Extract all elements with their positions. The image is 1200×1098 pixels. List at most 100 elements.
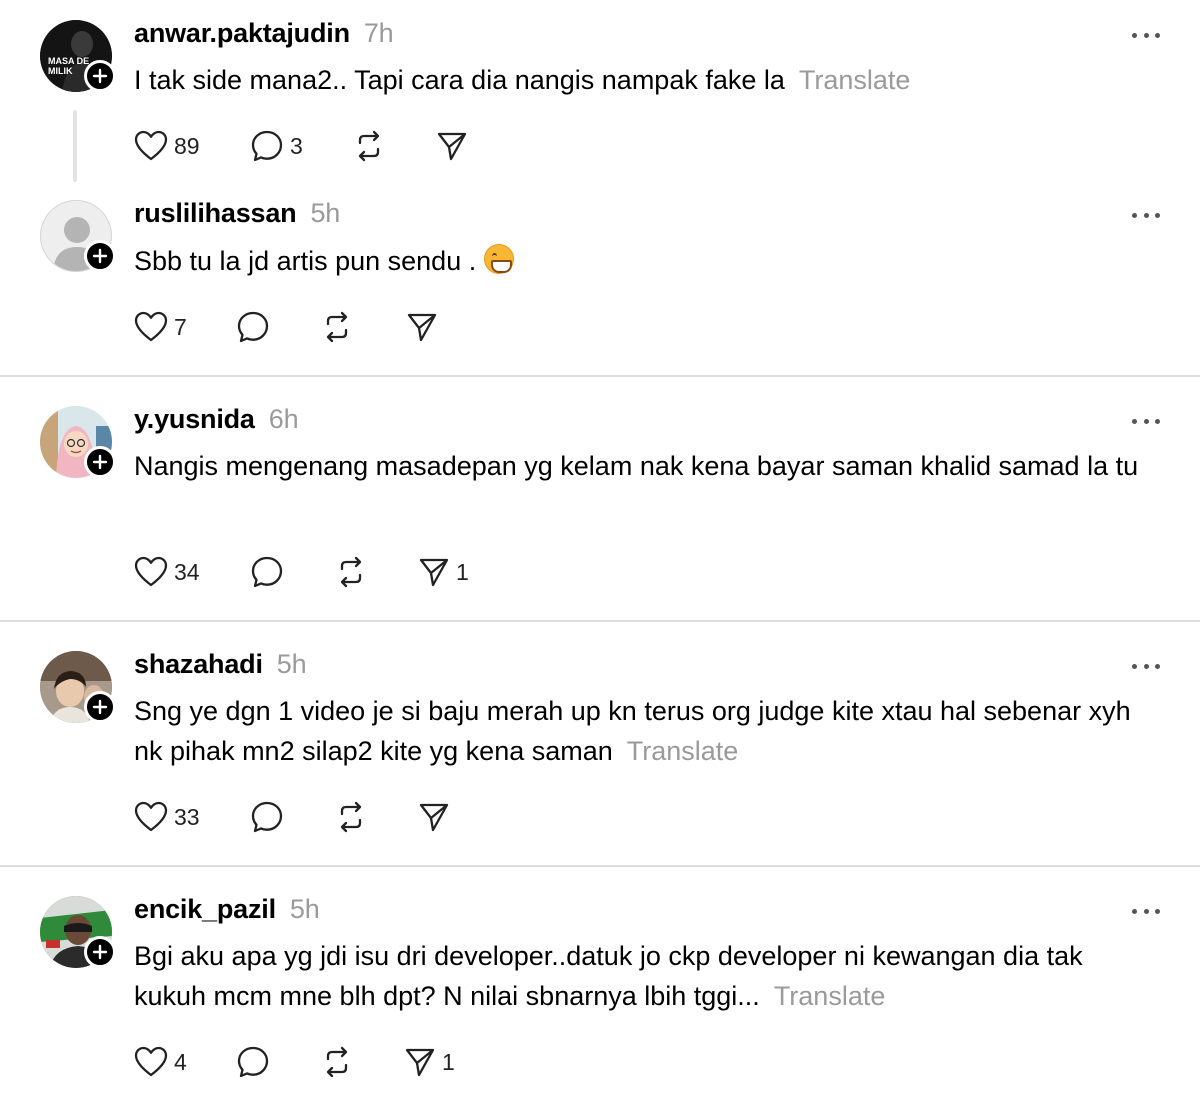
avatar-logo-text: MASA DE MILIK [48,56,90,76]
like-button[interactable]: 33 [134,799,200,835]
translate-link[interactable]: Translate [627,736,739,766]
divider [0,620,1200,622]
heart-icon [134,801,168,832]
username[interactable]: shazahadi [134,649,263,679]
more-icon[interactable] [1132,416,1160,426]
timestamp: 7h [363,18,394,48]
translate-link[interactable]: Translate [799,65,911,95]
comment-item: y.yusnida 6h Nangis mengenang masadepan y… [0,386,1200,620]
share-button[interactable]: 1 [418,554,469,590]
reply-button[interactable] [236,309,276,345]
avatar[interactable] [40,651,116,723]
like-count: 34 [174,558,200,585]
like-button[interactable]: 89 [134,128,200,164]
timestamp: 5h [289,894,320,924]
send-icon [419,803,449,832]
repost-icon [326,1046,348,1078]
reply-button[interactable] [236,1044,276,1080]
comment-body: Nangis mengenang masadepan yg kelam nak … [134,451,1139,481]
divider [0,865,1200,867]
share-count: 1 [456,558,469,585]
follow-button[interactable] [84,60,116,92]
share-count: 1 [442,1048,455,1075]
comment-text: Sbb tu la jd artis pun sendu . [134,241,1154,281]
more-icon[interactable] [1132,30,1160,40]
thread-line [73,110,77,182]
comment-item: MASA DE MILIK anwar.paktajudin 7h I tak si… [0,0,1200,190]
plus-icon [92,944,108,960]
avatar[interactable]: MASA DE MILIK [40,20,116,92]
comment-item: encik_pazil 5h Bgi aku apa yg jdi isu dri… [0,876,1200,1098]
like-count: 89 [174,132,200,159]
heart-icon [134,556,168,587]
translate-link[interactable]: Translate [774,981,886,1011]
like-count: 7 [174,313,187,340]
reply-button[interactable] [250,554,290,590]
heart-icon [134,130,168,161]
comment-icon [251,801,283,833]
send-icon [437,132,467,161]
avatar[interactable] [40,896,116,968]
grinning-emoji [484,244,515,274]
like-button[interactable]: 7 [134,309,187,345]
follow-button[interactable] [84,240,116,272]
plus-icon [92,454,108,470]
comment-body: Bgi aku apa yg jdi isu dri developer..da… [134,941,1083,1011]
comment-icon [237,1046,269,1078]
share-button[interactable] [436,128,468,164]
reply-count: 3 [290,132,303,159]
plus-icon [92,248,108,264]
repost-button[interactable] [320,309,354,345]
repost-button[interactable] [352,128,386,164]
timestamp: 5h [276,649,307,679]
share-button[interactable] [406,309,438,345]
share-button[interactable]: 1 [404,1044,455,1080]
repost-icon [340,556,362,588]
heart-icon [134,311,168,342]
comment-text: Sng ye dgn 1 video je si baju merah up k… [134,691,1154,771]
avatar[interactable] [40,200,116,272]
heart-icon [134,1046,168,1077]
comment-item: shazahadi 5h Sng ye dgn 1 video je si baj… [0,631,1200,865]
comment-text: Bgi aku apa yg jdi isu dri developer..da… [134,936,1154,1016]
send-icon [405,1048,435,1077]
comment-icon [237,311,269,343]
comment-text: I tak side mana2.. Tapi cara dia nangis … [134,60,1154,100]
more-icon[interactable] [1132,210,1160,220]
send-icon [407,313,437,342]
username[interactable]: y.yusnida [134,404,255,434]
comment-body: Sbb tu la jd artis pun sendu . [134,246,477,276]
comment-icon [251,130,283,162]
avatar[interactable] [40,406,116,478]
repost-icon [358,130,380,162]
reply-button[interactable] [250,799,290,835]
repost-button[interactable] [334,554,368,590]
repost-button[interactable] [334,799,368,835]
like-count: 33 [174,803,200,830]
share-button[interactable] [418,799,450,835]
username-row: y.yusnida 6h [134,404,299,435]
send-icon [419,558,449,587]
reply-button[interactable]: 3 [250,128,303,164]
timestamp: 5h [310,198,341,228]
follow-button[interactable] [84,936,116,968]
timestamp: 6h [268,404,299,434]
username[interactable]: ruslilihassan [134,198,297,228]
like-button[interactable]: 4 [134,1044,187,1080]
repost-icon [340,801,362,833]
divider [0,375,1200,377]
follow-button[interactable] [84,691,116,723]
username[interactable]: encik_pazil [134,894,276,924]
like-count: 4 [174,1048,187,1075]
username-row: encik_pazil 5h [134,894,320,925]
username[interactable]: anwar.paktajudin [134,18,350,48]
comment-item: ruslilihassan 5h Sbb tu la jd artis pun s… [0,180,1200,376]
repost-button[interactable] [320,1044,354,1080]
comment-body: I tak side mana2.. Tapi cara dia nangis … [134,65,785,95]
like-button[interactable]: 34 [134,554,200,590]
username-row: ruslilihassan 5h [134,198,340,229]
follow-button[interactable] [84,446,116,478]
more-icon[interactable] [1132,661,1160,671]
more-icon[interactable] [1132,906,1160,916]
plus-icon [92,699,108,715]
